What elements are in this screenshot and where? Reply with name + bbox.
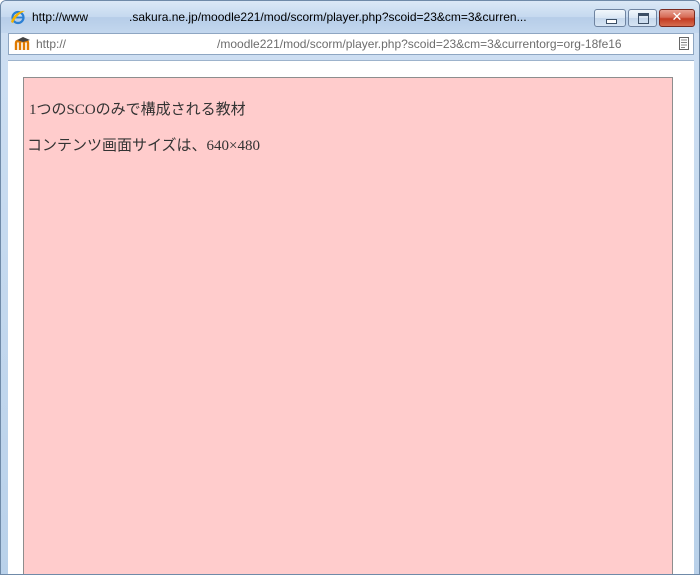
browser-content-area: 1つのSCOのみで構成される教材 コンテンツ画面サイズは、640×480 [8,60,694,574]
content-size-text: コンテンツ画面サイズは、640×480 [27,138,261,154]
title-bar[interactable]: http://www .sakura.ne.jp/moodle221/mod/sc… [1,1,699,33]
close-button[interactable]: ✕ [659,9,695,27]
minimize-button[interactable] [594,9,626,27]
url-suffix: /moodle221/mod/scorm/player.php?scoid=23… [217,37,622,51]
maximize-button[interactable] [628,9,657,27]
minimize-icon [606,19,617,24]
url-text[interactable]: http:// /moodle221/mod/scorm/player.php?s… [36,37,679,51]
window-title: http://www .sakura.ne.jp/moodle221/mod/sc… [32,10,590,24]
window-title-suffix: .sakura.ne.jp/moodle221/mod/scorm/player… [129,10,527,24]
scorm-content-frame: 1つのSCOのみで構成される教材 コンテンツ画面サイズは、640×480 [23,77,673,574]
ie-icon [10,9,26,25]
address-bar[interactable]: http:// /moodle221/mod/scorm/player.php?s… [8,33,694,55]
url-prefix: http:// [36,37,67,51]
content-heading: 1つのSCOのみで構成される教材 [29,102,246,118]
browser-window: http://www .sakura.ne.jp/moodle221/mod/sc… [0,0,700,575]
moodle-icon [14,36,32,52]
close-icon: ✕ [671,10,683,25]
maximize-icon [638,13,649,24]
window-title-prefix: http://www [32,10,89,24]
page-icon[interactable] [679,37,689,50]
